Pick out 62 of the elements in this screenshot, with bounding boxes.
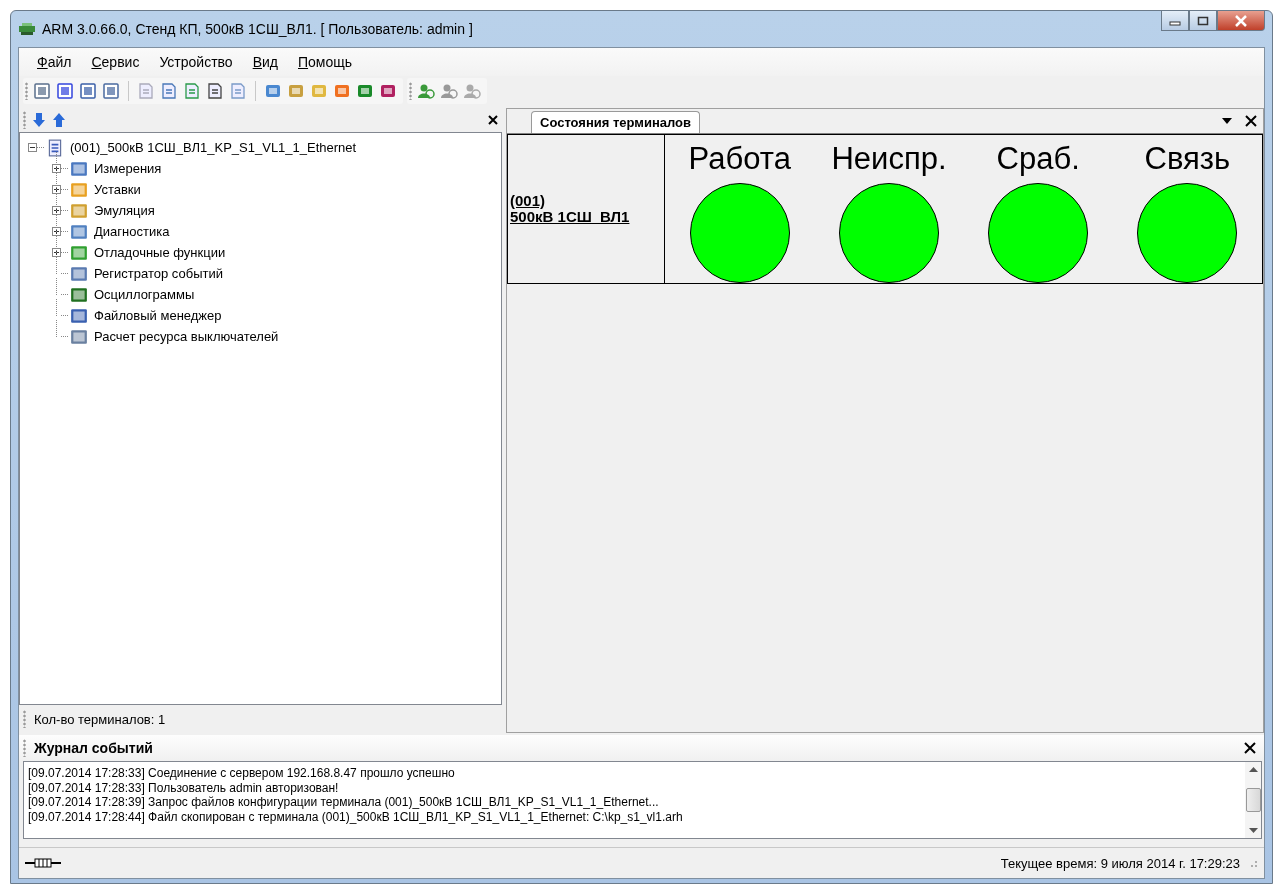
maximize-icon <box>1197 15 1209 26</box>
expand-icon[interactable] <box>52 206 61 215</box>
current-time: Текущее время: 9 июля 2014 г. 17:29:23 <box>1000 855 1240 871</box>
node-icon <box>70 201 88 220</box>
tree-item[interactable]: Осциллограммы <box>94 287 195 302</box>
close-icon <box>1234 14 1248 27</box>
close-button[interactable] <box>1217 11 1265 31</box>
menu-item[interactable]: Помощь <box>290 52 361 72</box>
collapse-icon[interactable] <box>28 143 37 152</box>
close-icon[interactable] <box>1244 742 1256 754</box>
indicator-label: Работа <box>688 141 791 177</box>
expand-icon[interactable] <box>52 227 61 236</box>
node-icon <box>70 306 88 325</box>
log-entry: [09.07.2014 17:28:33] Пользователь admin авторизован! <box>28 780 340 795</box>
connector-icon <box>25 857 61 869</box>
menu-item[interactable]: Файл <box>29 52 80 72</box>
log-entry: [09.07.2014 17:28:33] Соединение с сервером 192.168.8.47 прошло успешно <box>28 766 456 781</box>
node-icon <box>70 285 88 304</box>
close-icon[interactable] <box>488 115 498 125</box>
tree-item[interactable]: Диагностика <box>94 224 170 239</box>
indicator-label: Неиспр. <box>831 141 947 177</box>
node-icon <box>70 159 88 178</box>
tree-item[interactable]: Отладочные функции <box>94 245 226 260</box>
tree-item[interactable]: Эмуляция <box>94 203 155 218</box>
scroll-down-icon[interactable] <box>1248 828 1258 834</box>
arrow-up-icon[interactable] <box>52 112 66 128</box>
server-icon <box>46 138 64 157</box>
terminal-count: Кол-во терминалов: 1 <box>34 711 166 727</box>
minimize-button[interactable] <box>1161 11 1189 31</box>
scroll-up-icon[interactable] <box>1248 766 1258 772</box>
log-entry: [09.07.2014 17:28:44] Файл скопирован с терминала (001)_500кВ 1СШ_ВЛ1_KP_S1_VL1_1_Ethernet: C:\kp_s1_vl1.arh <box>28 809 684 824</box>
node-icon <box>70 243 88 262</box>
tree-item[interactable]: Измерения <box>94 161 162 176</box>
resize-grip-icon[interactable] <box>1248 858 1258 868</box>
maximize-button[interactable] <box>1189 11 1217 31</box>
users-sync-icon[interactable] <box>417 82 435 100</box>
dropdown-icon[interactable] <box>1221 117 1233 125</box>
log-entry: [09.07.2014 17:28:39] Запрос файлов конфигурации терминала (001)_500кВ 1СШ_ВЛ1_KP_S1_VL1_1_Ethernet... <box>28 795 660 810</box>
close-icon[interactable] <box>1245 115 1257 127</box>
terminal-name[interactable]: (001) 500кВ 1СШ_ВЛ1 <box>507 135 666 283</box>
node-icon <box>70 327 88 346</box>
node-icon <box>70 264 88 283</box>
tree-item[interactable]: Регистратор событий <box>94 266 223 281</box>
arrow-down-icon[interactable] <box>32 112 46 128</box>
tab[interactable]: Состояния терминалов <box>531 111 701 133</box>
expand-icon[interactable] <box>52 164 61 173</box>
tree-item[interactable]: (001)_500кВ 1СШ_ВЛ1_KP_S1_VL1_1_Ethernet <box>70 140 357 155</box>
expand-icon[interactable] <box>52 185 61 194</box>
window-title: ARM 3.0.66.0, Стенд КП, 500кВ 1СШ_ВЛ1. [ Пользователь: admin ] <box>42 21 473 37</box>
tree-item[interactable]: Расчет ресурса выключателей <box>94 329 279 344</box>
expand-icon[interactable] <box>52 248 61 257</box>
node-icon <box>70 222 88 241</box>
node-icon <box>70 180 88 199</box>
tree-item[interactable]: Уставки <box>94 182 141 197</box>
panel-title: Журнал событий <box>34 740 153 756</box>
menu-item[interactable]: Вид <box>244 52 286 72</box>
indicator-label: Сраб. <box>996 141 1080 177</box>
menu-item[interactable]: Сервис <box>83 52 148 72</box>
scrollbar[interactable] <box>1245 762 1261 838</box>
menu-item[interactable]: Устройство <box>151 52 241 72</box>
tree-item[interactable]: Файловый менеджер <box>94 308 222 323</box>
indicator-label: Связь <box>1144 141 1231 177</box>
